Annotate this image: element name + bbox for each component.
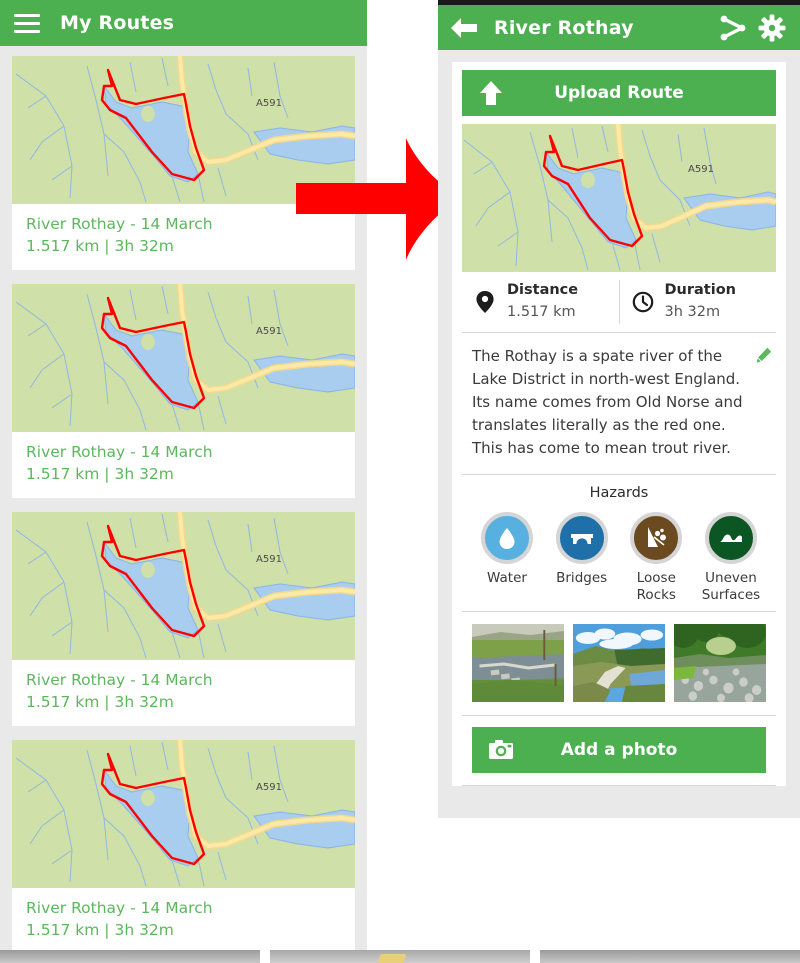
- hazard-row: Water Bridges Loose Rocks Uneven Surface…: [468, 511, 770, 604]
- route-info: River Rothay - 14 March 1.517 km | 3h 32…: [12, 660, 355, 726]
- detail-card: Upload Route A591 Distance 1.517 km Dura…: [452, 62, 786, 787]
- upload-arrow-icon: [480, 81, 502, 105]
- route-name: River Rothay - 14 March: [26, 898, 213, 917]
- list-item[interactable]: A591 River Rothay - 14 March 1.517 km | …: [12, 511, 355, 726]
- hazard-label: Loose Rocks: [636, 569, 676, 603]
- list-item[interactable]: A591 River Rothay - 14 March 1.517 km | …: [12, 739, 355, 950]
- route-map[interactable]: A591: [462, 124, 776, 272]
- hazard-label: Bridges: [556, 569, 608, 586]
- hazard-bridges[interactable]: Bridges: [545, 511, 619, 604]
- gear-icon[interactable]: [758, 14, 786, 42]
- cropped-thumb: [540, 950, 800, 963]
- hazard-uneven-surfaces[interactable]: Uneven Surfaces: [694, 511, 768, 604]
- route-name: River Rothay - 14 March: [26, 442, 213, 461]
- upload-route-wrap: Upload Route: [452, 70, 786, 116]
- stat-duration: Duration 3h 32m: [618, 280, 777, 324]
- hazard-circle: [704, 511, 757, 564]
- route-stats-row: Distance 1.517 km Duration 3h 32m: [462, 272, 776, 333]
- route-map-thumbnail[interactable]: A591: [12, 283, 355, 432]
- camera-icon: [489, 740, 513, 760]
- photo-row: [472, 624, 766, 703]
- route-stats: 1.517 km | 3h 32m: [26, 921, 174, 940]
- cropped-thumb: [270, 950, 530, 963]
- hazard-circle: [555, 511, 608, 564]
- svg-text:A591: A591: [256, 554, 282, 565]
- share-icon[interactable]: [718, 14, 746, 42]
- cropped-thumb: [0, 950, 260, 963]
- photo-thumbnail[interactable]: [472, 624, 564, 703]
- detail-title: River Rothay: [494, 16, 634, 39]
- route-stats: 1.517 km | 3h 32m: [26, 693, 174, 712]
- stat-value: 1.517 km: [507, 304, 576, 320]
- svg-text:A591: A591: [256, 326, 282, 337]
- back-arrow-icon[interactable]: [450, 17, 478, 39]
- route-detail-panel: River Rothay Upload Route A591 Distance …: [438, 0, 800, 818]
- hazard-circle: [630, 511, 683, 564]
- pencil-icon[interactable]: [755, 347, 772, 364]
- hamburger-icon[interactable]: [14, 13, 40, 33]
- divider: [264, 950, 266, 963]
- detail-header: River Rothay: [438, 5, 800, 50]
- photo-thumbnail[interactable]: [573, 624, 665, 703]
- add-photo-button[interactable]: Add a photo: [472, 727, 766, 774]
- map-pin-icon: [476, 291, 494, 313]
- hazards-title: Hazards: [589, 484, 649, 501]
- hazard-water[interactable]: Water: [470, 511, 544, 604]
- hazard-circle: [481, 511, 533, 564]
- stat-distance: Distance 1.517 km: [462, 280, 619, 324]
- rockfall-icon: [648, 526, 667, 547]
- page-title: My Routes: [60, 12, 175, 34]
- photos-block: [462, 612, 776, 717]
- bridge-icon: [570, 533, 593, 544]
- add-photo-label: Add a photo: [560, 740, 678, 761]
- route-stats: 1.517 km | 3h 32m: [26, 465, 174, 484]
- hamburger-bar: [14, 21, 40, 25]
- hazards-block: Hazards Water Bridges Loose Rocks Uneven…: [462, 475, 776, 613]
- hazard-label: Uneven Surfaces: [701, 569, 761, 603]
- route-name: River Rothay - 14 March: [26, 670, 213, 689]
- clock-icon: [632, 291, 653, 313]
- route-map-thumbnail[interactable]: A591: [12, 739, 355, 888]
- upload-route-label: Upload Route: [554, 83, 684, 103]
- route-map-thumbnail[interactable]: A591: [12, 511, 355, 660]
- stat-value: 3h 32m: [664, 304, 721, 320]
- hamburger-bar: [14, 29, 40, 33]
- svg-text:A591: A591: [256, 98, 282, 109]
- photo-thumbnail[interactable]: [674, 624, 766, 703]
- water-drop-icon: [499, 527, 515, 549]
- add-photo-wrap: Add a photo: [462, 716, 776, 787]
- stat-label: Distance: [507, 282, 579, 299]
- upload-route-button[interactable]: Upload Route: [462, 70, 776, 116]
- hazard-loose-rocks[interactable]: Loose Rocks: [619, 511, 693, 604]
- divider: [534, 950, 536, 963]
- description-block: The Rothay is a spate river of the Lake …: [462, 333, 776, 475]
- list-item[interactable]: A591 River Rothay - 14 March 1.517 km | …: [12, 283, 355, 498]
- stat-label: Duration: [664, 282, 736, 299]
- bumps-icon: [719, 534, 742, 542]
- cropped-bottom-row: [0, 950, 800, 963]
- svg-text:A591: A591: [256, 782, 282, 793]
- route-name: River Rothay - 14 March: [26, 215, 213, 233]
- left-panel-header: My Routes: [0, 0, 367, 46]
- hamburger-bar: [14, 13, 40, 17]
- description-text: The Rothay is a spate river of the Lake …: [472, 347, 743, 457]
- svg-text:A591: A591: [688, 164, 714, 175]
- route-info: River Rothay - 14 March 1.517 km | 3h 32…: [12, 888, 355, 950]
- route-info: River Rothay - 14 March 1.517 km | 3h 32…: [12, 432, 355, 498]
- hazard-label: Water: [487, 569, 527, 586]
- route-stats: 1.517 km | 3h 32m: [26, 237, 174, 256]
